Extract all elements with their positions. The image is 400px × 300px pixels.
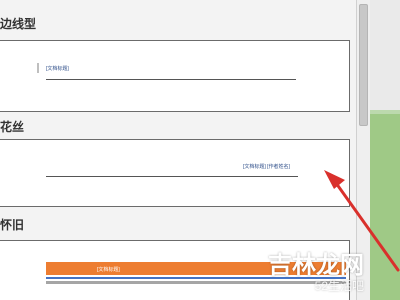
watermark-sub: 52生活吧: [314, 279, 364, 293]
watermark-main: 吉林龙网: [268, 252, 364, 279]
